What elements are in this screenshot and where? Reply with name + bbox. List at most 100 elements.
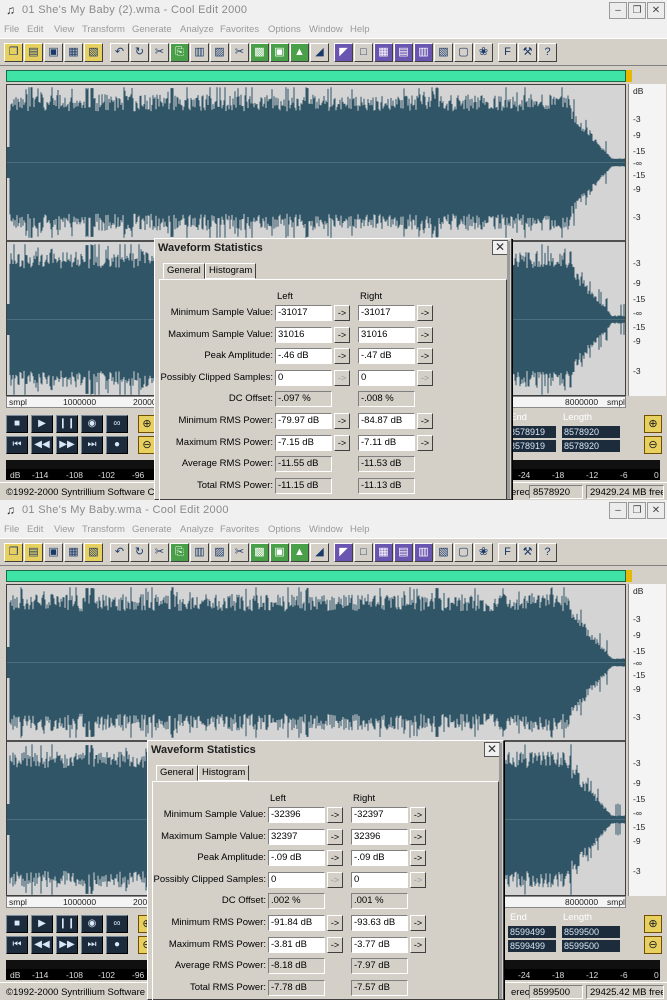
undo-icon[interactable]: ↶ bbox=[110, 43, 129, 62]
menu-favorites[interactable]: Favorites bbox=[220, 524, 259, 535]
zoom-in-full-icon[interactable]: ⊕ bbox=[644, 415, 662, 433]
maximum-sample-value-left[interactable]: 32397 bbox=[268, 828, 325, 845]
peak-amplitude-left[interactable]: -.09 dB bbox=[268, 850, 325, 867]
menu-edit[interactable]: Edit bbox=[27, 524, 43, 535]
goto-left-arrow-icon[interactable]: -> bbox=[334, 305, 350, 321]
goto-right-arrow-icon[interactable]: -> bbox=[417, 348, 433, 365]
copy-icon[interactable]: ⎘ bbox=[170, 543, 189, 562]
go-end-icon[interactable]: ⏭ bbox=[81, 436, 103, 454]
close-file-icon[interactable]: ▧ bbox=[84, 543, 103, 562]
goto-left-arrow-icon[interactable]: -> bbox=[334, 348, 350, 365]
goto-left-arrow-icon[interactable]: -> bbox=[334, 413, 350, 429]
tools-icon[interactable]: ⚒ bbox=[518, 43, 537, 62]
tab-histogram[interactable]: Histogram bbox=[198, 765, 250, 781]
record-icon[interactable]: ● bbox=[106, 436, 128, 454]
stop-icon[interactable]: ■ bbox=[6, 915, 28, 933]
maximum-rms-power-right[interactable]: -3.77 dB bbox=[351, 936, 408, 953]
save-icon[interactable]: ▣ bbox=[44, 43, 63, 62]
speaker-icon[interactable]: ♫ bbox=[3, 3, 18, 18]
menu-generate[interactable]: Generate bbox=[132, 524, 172, 535]
selection-end-field[interactable]: 8578919 bbox=[508, 440, 556, 452]
overview-bar[interactable] bbox=[6, 70, 626, 82]
paste-icon[interactable]: ▥ bbox=[190, 43, 209, 62]
goto-left-arrow-icon[interactable]: -> bbox=[327, 828, 343, 845]
frequency-icon[interactable]: □ bbox=[354, 43, 373, 62]
menu-edit[interactable]: Edit bbox=[27, 24, 43, 35]
selection-end-field[interactable]: 8599499 bbox=[508, 926, 556, 938]
tracks-icon[interactable]: ▤ bbox=[394, 543, 413, 562]
peak-amplitude-right[interactable]: -.09 dB bbox=[351, 850, 408, 867]
undo-icon[interactable]: ↶ bbox=[110, 543, 129, 562]
selection-length-field[interactable]: 8599500 bbox=[562, 940, 620, 952]
save-icon[interactable]: ▣ bbox=[44, 543, 63, 562]
minimum-rms-power-left[interactable]: -79.97 dB bbox=[275, 413, 332, 429]
analysis-icon[interactable]: ▧ bbox=[434, 543, 453, 562]
record-icon[interactable]: ● bbox=[106, 936, 128, 954]
menu-favorites[interactable]: Favorites bbox=[220, 24, 259, 35]
zoom-select-icon[interactable]: ◢ bbox=[310, 43, 329, 62]
open-file-icon[interactable]: ▤ bbox=[24, 543, 43, 562]
cut-icon[interactable]: ✂ bbox=[150, 543, 169, 562]
new-file-icon[interactable]: ❐ bbox=[4, 43, 23, 62]
peak-amplitude-left[interactable]: -.46 dB bbox=[275, 348, 332, 365]
overview-marker[interactable] bbox=[626, 570, 632, 582]
loop-icon[interactable]: ∞ bbox=[106, 415, 128, 433]
maximum-rms-power-left[interactable]: -7.15 dB bbox=[275, 434, 332, 451]
goto-right-arrow-icon[interactable]: -> bbox=[417, 413, 433, 429]
menu-analyze[interactable]: Analyze bbox=[180, 524, 214, 535]
grid-icon[interactable]: ▦ bbox=[374, 543, 393, 562]
goto-right-arrow-icon[interactable]: -> bbox=[417, 326, 433, 343]
maximum-sample-value-right[interactable]: 31016 bbox=[358, 326, 415, 343]
cue-icon[interactable]: ▲ bbox=[290, 43, 309, 62]
close-icon[interactable]: ✕ bbox=[647, 502, 665, 519]
select-all-icon[interactable]: ▩ bbox=[250, 43, 269, 62]
restore-icon[interactable]: ❐ bbox=[628, 502, 646, 519]
restore-icon[interactable]: ❐ bbox=[628, 2, 646, 19]
cue-icon[interactable]: ▲ bbox=[290, 543, 309, 562]
selection-length-field[interactable]: 8578920 bbox=[562, 440, 620, 452]
possibly-clipped-samples-right[interactable]: 0 bbox=[351, 871, 408, 888]
play-to-end-icon[interactable]: ◉ bbox=[81, 415, 103, 433]
zoom-out-full-icon[interactable]: ⊖ bbox=[644, 936, 662, 954]
mixer-icon[interactable]: ▥ bbox=[414, 43, 433, 62]
menu-file[interactable]: File bbox=[4, 24, 19, 35]
pause-icon[interactable]: ❙❙ bbox=[56, 915, 78, 933]
goto-right-arrow-icon[interactable]: -> bbox=[417, 434, 433, 451]
rewind-icon[interactable]: ◀◀ bbox=[31, 936, 53, 954]
minimum-rms-power-right[interactable]: -93.63 dB bbox=[351, 915, 408, 931]
overview-bar[interactable] bbox=[6, 570, 626, 582]
snap-icon[interactable]: ▣ bbox=[270, 543, 289, 562]
close-icon[interactable]: ✕ bbox=[484, 742, 500, 757]
dialog-scrollbar[interactable] bbox=[507, 241, 510, 499]
save-as-icon[interactable]: ▦ bbox=[64, 543, 83, 562]
maximum-sample-value-left[interactable]: 31016 bbox=[275, 326, 332, 343]
tools-icon[interactable]: ⚒ bbox=[518, 543, 537, 562]
close-file-icon[interactable]: ▧ bbox=[84, 43, 103, 62]
possibly-clipped-samples-left[interactable]: 0 bbox=[275, 369, 332, 386]
tab-histogram[interactable]: Histogram bbox=[205, 263, 257, 279]
frequency-icon[interactable]: □ bbox=[354, 543, 373, 562]
menu-generate[interactable]: Generate bbox=[132, 24, 172, 35]
maximum-rms-power-right[interactable]: -7.11 dB bbox=[358, 434, 415, 451]
maximum-sample-value-right[interactable]: 32396 bbox=[351, 828, 408, 845]
select-all-icon[interactable]: ▩ bbox=[250, 543, 269, 562]
copy-icon[interactable]: ⎘ bbox=[170, 43, 189, 62]
play-icon[interactable]: ▶ bbox=[31, 915, 53, 933]
selection-end-field[interactable]: 8578919 bbox=[508, 426, 556, 438]
goto-right-arrow-icon[interactable]: -> bbox=[410, 807, 426, 823]
maximum-rms-power-left[interactable]: -3.81 dB bbox=[268, 936, 325, 953]
goto-left-arrow-icon[interactable]: -> bbox=[334, 434, 350, 451]
loop-icon[interactable]: ∞ bbox=[106, 915, 128, 933]
fast-forward-icon[interactable]: ▶▶ bbox=[56, 936, 78, 954]
grid-icon[interactable]: ▦ bbox=[374, 43, 393, 62]
favorites-icon[interactable]: F bbox=[498, 43, 517, 62]
fast-forward-icon[interactable]: ▶▶ bbox=[56, 436, 78, 454]
help-icon[interactable]: ? bbox=[538, 43, 557, 62]
goto-left-arrow-icon[interactable]: -> bbox=[327, 915, 343, 931]
selection-length-field[interactable]: 8578920 bbox=[562, 426, 620, 438]
stop-icon[interactable]: ■ bbox=[6, 415, 28, 433]
menu-options[interactable]: Options bbox=[268, 524, 301, 535]
mixer-icon[interactable]: ▥ bbox=[414, 543, 433, 562]
close-icon[interactable]: ✕ bbox=[647, 2, 665, 19]
trim-icon[interactable]: ✂ bbox=[230, 543, 249, 562]
